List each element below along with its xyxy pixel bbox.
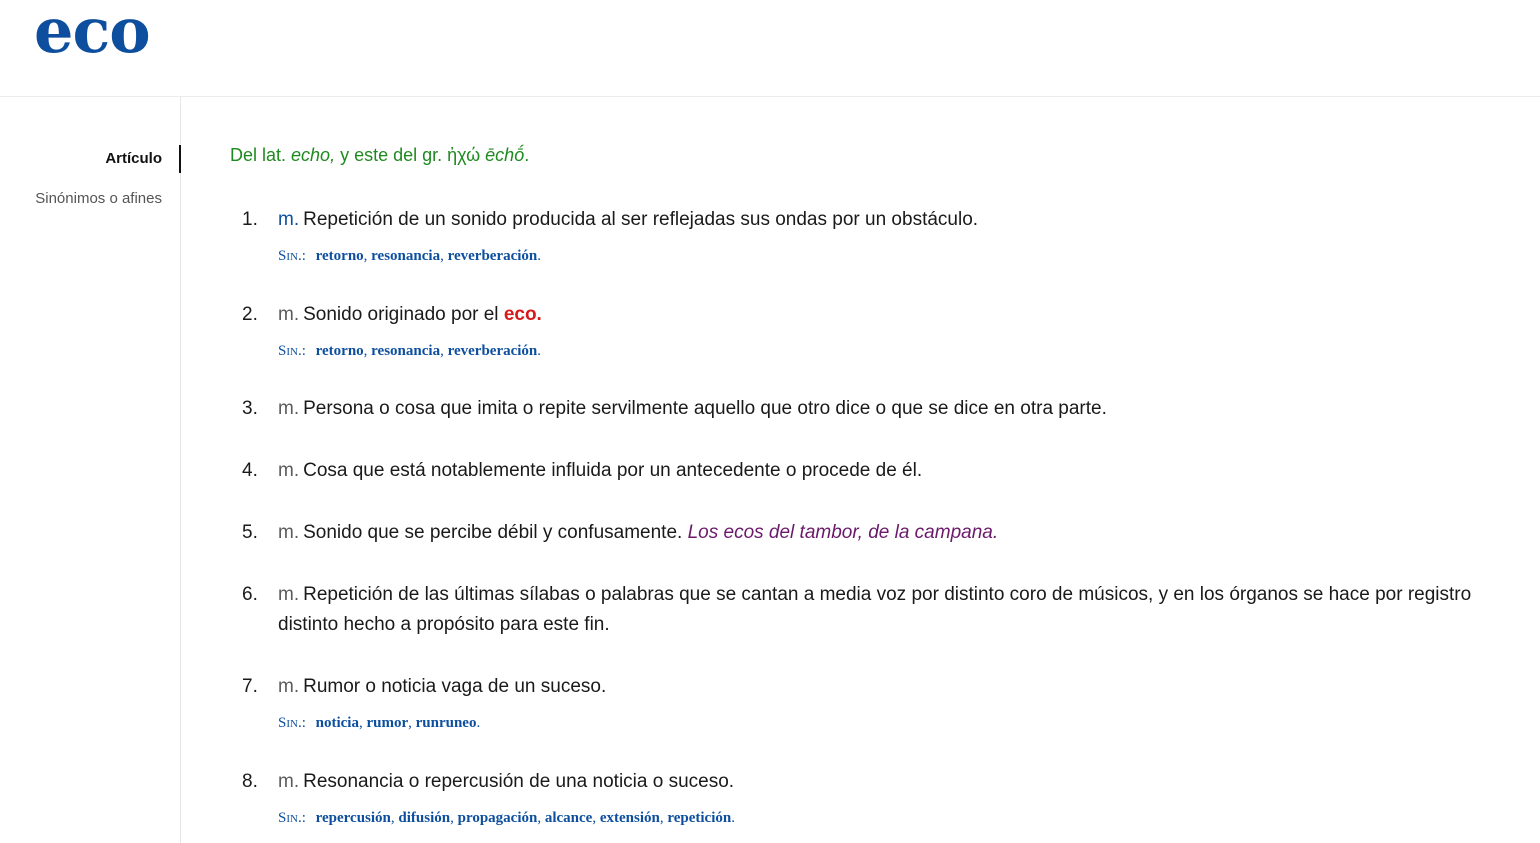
synonyms-line: Sin.: noticia, rumor, runruneo.: [278, 715, 481, 731]
grammar-abbr[interactable]: m.: [278, 522, 299, 543]
sidebar-item-articulo[interactable]: Artículo: [105, 148, 162, 170]
etymology: Del lat. echo, y este del gr. ἠχώ ēchṓ.: [230, 145, 529, 166]
grammar-abbr[interactable]: m.: [278, 584, 299, 605]
usage-example: Los ecos del tambor, de la campana.: [687, 522, 999, 543]
sidebar: Artículo Sinónimos o afines: [0, 97, 181, 843]
synonym-link[interactable]: difusión: [398, 810, 450, 826]
synonym-link[interactable]: reverberación: [448, 343, 538, 359]
synonym-link[interactable]: resonancia: [371, 248, 440, 264]
definition-text: Cosa que está notablemente influida por …: [303, 460, 923, 481]
definition-text: Repetición de un sonido producida al ser…: [303, 209, 979, 230]
synonym-link[interactable]: alcance: [545, 810, 592, 826]
definition-text: Rumor o noticia vaga de un suceso.: [303, 676, 607, 697]
sense-definition: m. Persona o cosa que imita o repite serv…: [278, 394, 1478, 424]
etymology-prefix: Del lat.: [230, 145, 292, 165]
definition-text: Sonido que se percibe débil y confusamen…: [303, 522, 688, 543]
synonym-link[interactable]: noticia: [316, 715, 359, 731]
headword-title: eco: [34, 0, 151, 67]
sense-definition: m. Rumor o noticia vaga de un suceso.: [278, 672, 1478, 702]
sidebar-active-indicator: [179, 145, 181, 173]
synonyms-line: Sin.: retorno, resonancia, reverberación…: [278, 343, 542, 359]
etymology-middle: y este del gr. ἠχώ: [335, 145, 486, 165]
synonym-link[interactable]: propagación: [458, 810, 538, 826]
sense-number: 5.: [242, 522, 258, 543]
synonym-link[interactable]: retorno: [316, 343, 364, 359]
etymology-latin: echo,: [291, 145, 336, 165]
definition-text: Persona o cosa que imita o repite servil…: [303, 398, 1107, 419]
sense-definition: m. Cosa que está notablemente influida po…: [278, 456, 1478, 486]
synonym-link[interactable]: runruneo: [416, 715, 477, 731]
synonym-link[interactable]: reverberación: [448, 248, 538, 264]
sense-number: 2.: [242, 304, 258, 325]
synonym-link[interactable]: resonancia: [371, 343, 440, 359]
synonyms-label: Sin.:: [278, 715, 306, 731]
synonym-link[interactable]: rumor: [366, 715, 408, 731]
grammar-abbr[interactable]: m.: [278, 460, 299, 481]
etymology-suffix: .: [524, 145, 530, 165]
sense-definition: m. Resonancia o repercusión de una notici…: [278, 767, 1478, 797]
definition-text: Sonido originado por el: [303, 304, 504, 325]
sense-definition: m. Sonido que se percibe débil y confusam…: [278, 518, 1478, 548]
definition-text: Repetición de las últimas sílabas o pala…: [278, 584, 1472, 635]
synonyms-line: Sin.: retorno, resonancia, reverberación…: [278, 248, 542, 264]
grammar-abbr[interactable]: m.: [278, 209, 299, 230]
grammar-abbr[interactable]: m.: [278, 676, 299, 697]
synonyms-label: Sin.:: [278, 248, 306, 264]
synonym-link[interactable]: retorno: [316, 248, 364, 264]
grammar-abbr[interactable]: m.: [278, 771, 299, 792]
cross-reference-link[interactable]: eco.: [504, 304, 542, 325]
synonym-link[interactable]: repercusión: [316, 810, 391, 826]
etymology-greek-translit: ēchṓ: [485, 145, 525, 165]
synonym-link[interactable]: extensión: [600, 810, 660, 826]
synonyms-label: Sin.:: [278, 810, 306, 826]
grammar-abbr[interactable]: m.: [278, 398, 299, 419]
sense-number: 7.: [242, 676, 258, 697]
sense-definition: m. Repetición de un sonido producida al s…: [278, 205, 1478, 235]
grammar-abbr[interactable]: m.: [278, 304, 299, 325]
sense-number: 6.: [242, 584, 258, 605]
synonyms-line: Sin.: repercusión, difusión, propagación…: [278, 810, 735, 826]
sense-number: 3.: [242, 398, 258, 419]
sense-number: 4.: [242, 460, 258, 481]
synonym-link[interactable]: repetición: [667, 810, 731, 826]
sense-number: 1.: [242, 209, 258, 230]
synonyms-label: Sin.:: [278, 343, 306, 359]
sense-definition: m. Repetición de las últimas sílabas o pa…: [278, 580, 1478, 640]
sense-number: 8.: [242, 771, 258, 792]
page-header: eco: [0, 0, 1540, 97]
sidebar-item-sinonimos[interactable]: Sinónimos o afines: [35, 188, 162, 210]
sense-definition: m. Sonido originado por el eco.: [278, 300, 1478, 330]
definition-text: Resonancia o repercusión de una noticia …: [303, 771, 735, 792]
